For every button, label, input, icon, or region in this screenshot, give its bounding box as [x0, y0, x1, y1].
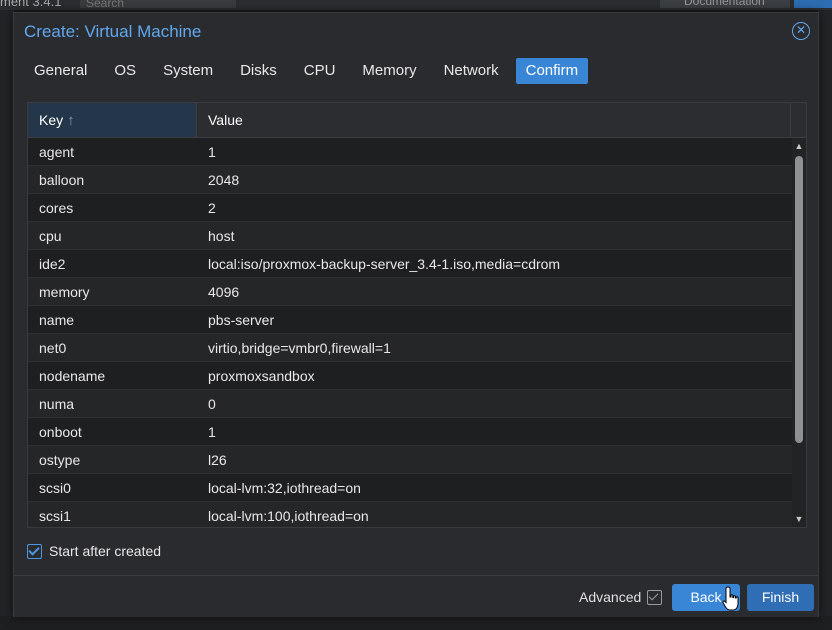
background-panel: [818, 10, 832, 630]
row-key: net0: [39, 340, 67, 356]
tab-system[interactable]: System: [153, 58, 223, 84]
row-value: host: [208, 228, 235, 244]
close-icon[interactable]: ✕: [792, 22, 810, 40]
search-input[interactable]: Search: [80, 0, 236, 10]
row-value: 1: [208, 424, 216, 440]
table-row[interactable]: numa 0: [28, 390, 792, 418]
hand-cursor-icon: [722, 586, 739, 611]
table-row[interactable]: onboot 1: [28, 418, 792, 446]
row-value: local-lvm:32,iothread=on: [208, 480, 361, 496]
tab-cpu[interactable]: CPU: [294, 58, 346, 84]
table-row[interactable]: cores 2: [28, 194, 792, 222]
column-header-key-label: Key: [39, 112, 64, 128]
finish-button[interactable]: Finish: [747, 584, 814, 611]
column-header-key[interactable]: Key ↑: [28, 103, 197, 137]
tab-confirm[interactable]: Confirm: [515, 58, 589, 84]
dialog-title: Create: Virtual Machine: [24, 22, 202, 41]
row-key: cpu: [39, 228, 62, 244]
row-value: virtio,bridge=vmbr0,firewall=1: [208, 340, 391, 356]
start-after-created-checkbox[interactable]: Start after created: [27, 542, 161, 560]
tab-network[interactable]: Network: [434, 58, 509, 84]
tab-disks[interactable]: Disks: [230, 58, 287, 84]
row-value: 4096: [208, 284, 240, 300]
scroll-down-icon[interactable]: ▼: [792, 513, 806, 525]
row-value: pbs-server: [208, 312, 275, 328]
advanced-label: Advanced: [579, 589, 642, 605]
row-key: ostype: [39, 452, 81, 468]
column-header-value[interactable]: Value: [197, 103, 791, 137]
advanced-checkbox-icon[interactable]: [647, 589, 663, 605]
tab-memory[interactable]: Memory: [352, 58, 426, 84]
dialog-footer: Advanced Back Finish: [14, 575, 818, 617]
table-row[interactable]: scsi1 local-lvm:100,iothread=on: [28, 502, 792, 527]
row-key: onboot: [39, 424, 82, 440]
table-row[interactable]: balloon 2048: [28, 166, 792, 194]
row-value: local:iso/proxmox-backup-server_3.4-1.is…: [208, 256, 561, 272]
row-key: memory: [39, 284, 90, 300]
row-key: cores: [39, 200, 74, 216]
create-vm-button[interactable]: [794, 0, 832, 8]
row-value: l26: [208, 452, 227, 468]
start-after-created-label: Start after created: [49, 543, 162, 559]
table-row[interactable]: scsi0 local-lvm:32,iothread=on: [28, 474, 792, 502]
row-value: 0: [208, 396, 216, 412]
summary-grid: Key ↑ Value agent 1 balloon 2048 cores 2 cpu…: [27, 102, 807, 528]
row-key: balloon: [39, 172, 85, 188]
row-key: name: [39, 312, 75, 328]
table-row[interactable]: agent 1: [28, 138, 792, 166]
scrollbar-thumb[interactable]: [795, 156, 803, 443]
grid-scrollbar[interactable]: ▲ ▼: [792, 138, 806, 527]
table-row[interactable]: ostype l26: [28, 446, 792, 474]
background-toolbar: ment 3.4.1 Search Documentation: [0, 0, 832, 10]
table-row[interactable]: ide2 local:iso/proxmox-backup-server_3.4-…: [28, 250, 792, 278]
table-row[interactable]: memory 4096: [28, 278, 792, 306]
table-row[interactable]: name pbs-server: [28, 306, 792, 334]
row-key: ide2: [39, 256, 66, 272]
version-label: ment 3.4.1: [0, 0, 62, 9]
row-key: numa: [39, 396, 75, 412]
sort-ascending-icon: ↑: [67, 112, 75, 129]
row-value: 2048: [208, 172, 240, 188]
row-value: 1: [208, 144, 216, 160]
row-value: local-lvm:100,iothread=on: [208, 508, 369, 524]
advanced-toggle[interactable]: Advanced: [579, 589, 663, 605]
documentation-button[interactable]: Documentation: [660, 0, 790, 8]
background-footer: [0, 616, 832, 630]
row-key: scsi1: [39, 508, 71, 524]
wizard-tabs: General OS System Disks CPU Memory Netwo…: [24, 58, 595, 84]
row-value: 2: [208, 200, 216, 216]
background-sidebar: [0, 10, 14, 630]
grid-rows: agent 1 balloon 2048 cores 2 cpu host ide2 lo…: [28, 138, 792, 527]
row-key: nodename: [39, 368, 106, 384]
grid-header: Key ↑ Value: [28, 103, 806, 138]
create-vm-dialog: Create: Virtual Machine ✕ General OS Sys…: [13, 12, 819, 617]
row-key: scsi0: [39, 480, 71, 496]
table-row[interactable]: cpu host: [28, 222, 792, 250]
row-key: agent: [39, 144, 75, 160]
tab-general[interactable]: General: [24, 58, 97, 84]
row-value: proxmoxsandbox: [208, 368, 315, 384]
table-row[interactable]: nodename proxmoxsandbox: [28, 362, 792, 390]
tab-os[interactable]: OS: [104, 58, 146, 84]
scroll-up-icon[interactable]: ▲: [792, 140, 806, 152]
table-row[interactable]: net0 virtio,bridge=vmbr0,firewall=1: [28, 334, 792, 362]
checkbox-checked-icon[interactable]: [27, 543, 42, 559]
